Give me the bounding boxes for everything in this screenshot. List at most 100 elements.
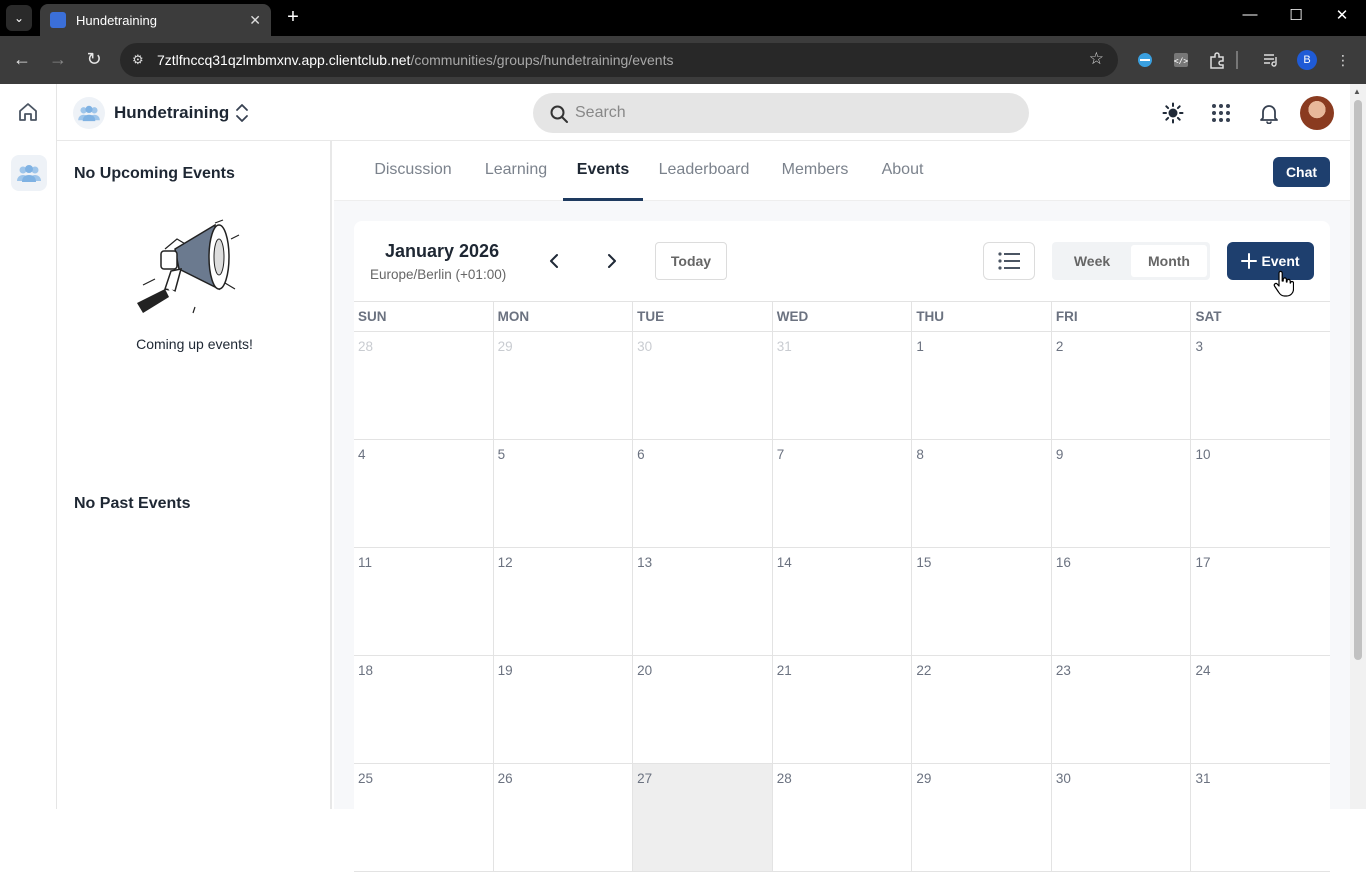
scroll-up-icon[interactable]: ▲	[1353, 87, 1361, 96]
weekday-header-row: SUN MON TUE WED THU FRI SAT	[354, 301, 1330, 332]
calendar-week-row: 18 19 20 21 22 23 24	[354, 656, 1330, 764]
browser-menu-icon[interactable]: ⋮	[1333, 50, 1353, 70]
calendar-day-cell[interactable]: 19	[492, 656, 633, 763]
next-month-button[interactable]	[601, 251, 621, 271]
calendar-day-cell[interactable]: 8	[911, 440, 1051, 547]
calendar-day-cell[interactable]: 31	[771, 332, 912, 439]
calendar-day-cell[interactable]: 14	[771, 548, 912, 655]
community-tabs: Discussion Learning Events Leaderboard M…	[334, 141, 1350, 201]
scrollbar-thumb[interactable]	[1354, 100, 1362, 660]
calendar-day-cell[interactable]: 9	[1050, 440, 1191, 547]
address-bar[interactable]: ⚙ 7ztlfnccq31qzlmbmxnv.app.clientclub.ne…	[120, 43, 1118, 77]
tab-events[interactable]: Events	[563, 141, 643, 201]
upcoming-events-caption: Coming up events!	[136, 336, 253, 352]
extension-diamond-icon[interactable]	[1135, 50, 1155, 70]
calendar-day-cell[interactable]: 17	[1190, 548, 1330, 655]
calendar-day-cell[interactable]: 15	[911, 548, 1051, 655]
tab-about[interactable]: About	[881, 141, 924, 201]
tab-close-icon[interactable]: ✕	[249, 12, 261, 29]
tab-discussion[interactable]: Discussion	[374, 141, 452, 201]
calendar-day-cell[interactable]: 28	[771, 764, 912, 871]
theme-toggle-icon[interactable]	[1162, 102, 1184, 124]
forward-button[interactable]: →	[47, 49, 69, 70]
tab-learning[interactable]: Learning	[484, 141, 548, 201]
calendar-day-cell[interactable]: 21	[771, 656, 912, 763]
calendar-day-cell[interactable]: 16	[1050, 548, 1191, 655]
calendar-day-cell[interactable]: 18	[354, 656, 493, 763]
url-text[interactable]: 7ztlfnccq31qzlmbmxnv.app.clientclub.net/…	[157, 52, 673, 68]
weekday-label: SAT	[1190, 302, 1330, 331]
calendar-day-cell[interactable]: 31	[1190, 764, 1330, 871]
group-switcher-icon[interactable]	[232, 100, 252, 126]
media-controls-icon[interactable]	[1261, 50, 1281, 70]
weekday-label: THU	[911, 302, 1051, 331]
list-view-button[interactable]	[983, 242, 1035, 280]
maximize-button[interactable]: ☐	[1286, 6, 1306, 24]
browser-toolbar: ← → ↻ ⚙ 7ztlfnccq31qzlmbmxnv.app.clientc…	[0, 36, 1366, 84]
chat-button[interactable]: Chat	[1273, 157, 1330, 187]
group-name[interactable]: Hundetraining	[114, 103, 229, 123]
profile-avatar[interactable]: B	[1297, 50, 1317, 70]
tab-title: Hundetraining	[76, 12, 157, 28]
calendar-day-cell[interactable]: 26	[492, 764, 633, 871]
apps-grid-icon[interactable]	[1210, 102, 1232, 124]
calendar-day-cell[interactable]: 25	[354, 764, 493, 871]
calendar-day-cell[interactable]: 22	[911, 656, 1051, 763]
calendar-day-cell[interactable]: 29	[911, 764, 1051, 871]
upcoming-events-heading: No Upcoming Events	[74, 165, 235, 182]
week-view-button[interactable]: Week	[1056, 245, 1128, 277]
calendar-day-cell[interactable]: 29	[492, 332, 633, 439]
browser-tab[interactable]: Hundetraining ✕	[40, 4, 271, 36]
calendar-day-cell[interactable]: 24	[1190, 656, 1330, 763]
new-tab-button[interactable]: +	[283, 6, 303, 29]
calendar-day-cell[interactable]: 30	[1050, 764, 1191, 871]
calendar-day-cell[interactable]: 12	[492, 548, 633, 655]
today-button[interactable]: Today	[655, 242, 727, 280]
chevron-right-icon	[608, 254, 616, 268]
add-event-label: Event	[1261, 253, 1300, 269]
search-input[interactable]	[575, 93, 1015, 133]
tab-search-button[interactable]: ⌄	[6, 5, 32, 31]
toolbar-divider	[1236, 51, 1238, 69]
calendar-day-cell[interactable]: 20	[632, 656, 772, 763]
extension-code-icon[interactable]: </>	[1171, 50, 1191, 70]
calendar-day-cell[interactable]: 30	[632, 332, 772, 439]
calendar-week-row: 25 26 27 28 29 30 31	[354, 764, 1330, 872]
group-people-icon	[17, 165, 41, 182]
extensions-puzzle-icon[interactable]	[1207, 50, 1227, 70]
page-scrollbar[interactable]: ▲	[1350, 84, 1366, 809]
calendar-day-cell[interactable]: 3	[1190, 332, 1330, 439]
calendar-day-cell[interactable]: 13	[632, 548, 772, 655]
calendar-day-cell[interactable]: 28	[354, 332, 493, 439]
megaphone-illustration-icon	[135, 219, 245, 315]
calendar-day-cell[interactable]: 23	[1050, 656, 1191, 763]
calendar-day-cell[interactable]: 2	[1050, 332, 1191, 439]
calendar-day-cell[interactable]: 10	[1190, 440, 1330, 547]
site-info-icon[interactable]: ⚙	[132, 52, 144, 68]
group-avatar[interactable]	[73, 97, 105, 129]
month-view-button[interactable]: Month	[1131, 245, 1207, 277]
weekday-label: TUE	[632, 302, 772, 331]
reload-button[interactable]: ↻	[83, 49, 105, 70]
add-event-button[interactable]: Event	[1227, 242, 1314, 280]
rail-group-avatar[interactable]	[11, 155, 47, 191]
calendar-day-cell[interactable]: 11	[354, 548, 493, 655]
home-icon[interactable]	[16, 100, 40, 124]
plus-icon	[1241, 253, 1258, 269]
minimize-button[interactable]: —	[1240, 6, 1260, 23]
user-avatar[interactable]	[1300, 96, 1334, 130]
calendar-day-cell[interactable]: 6	[632, 440, 772, 547]
calendar-day-cell[interactable]: 1	[911, 332, 1051, 439]
close-window-button[interactable]: ✕	[1332, 6, 1352, 24]
calendar-day-cell[interactable]: 5	[492, 440, 633, 547]
tab-leaderboard[interactable]: Leaderboard	[658, 141, 750, 201]
calendar-day-cell-today[interactable]: 27	[632, 764, 772, 871]
bookmark-star-icon[interactable]: ☆	[1089, 49, 1104, 69]
tab-members[interactable]: Members	[781, 141, 849, 201]
prev-month-button[interactable]	[545, 251, 565, 271]
tab-favicon-icon	[50, 12, 66, 28]
calendar-day-cell[interactable]: 7	[771, 440, 912, 547]
back-button[interactable]: ←	[11, 49, 33, 70]
notifications-bell-icon[interactable]	[1258, 102, 1280, 125]
calendar-day-cell[interactable]: 4	[354, 440, 493, 547]
